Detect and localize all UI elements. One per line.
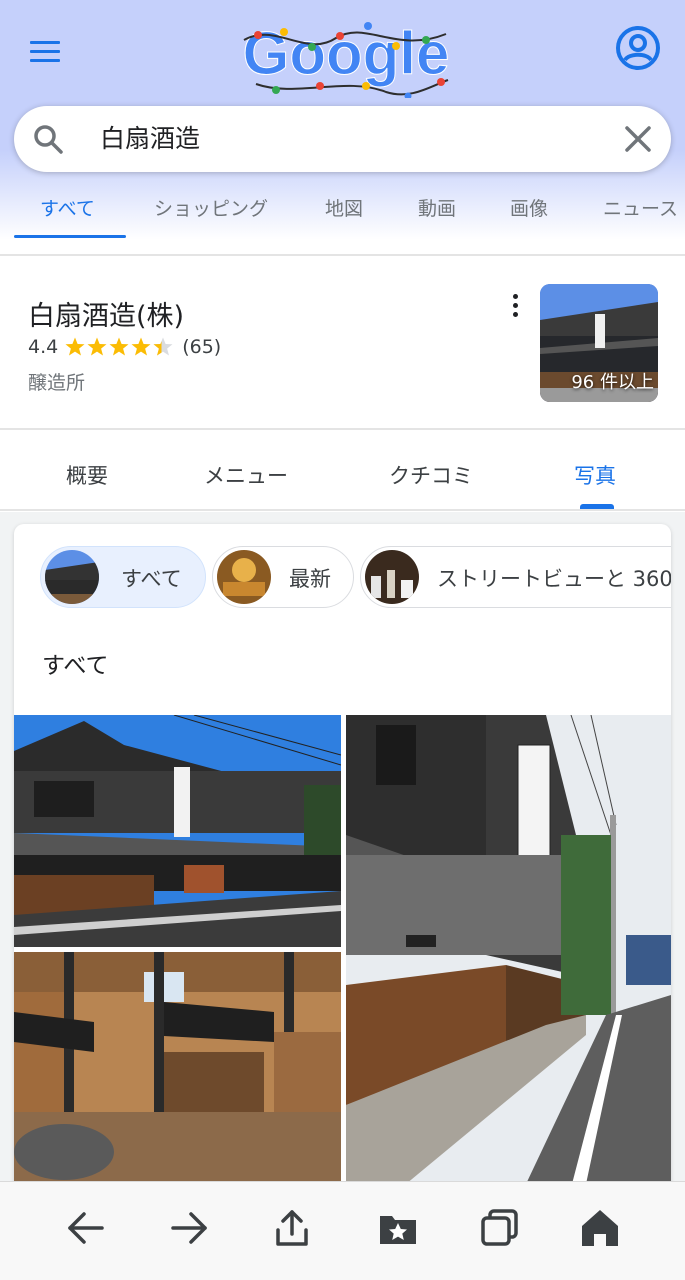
- more-options-icon[interactable]: [504, 290, 526, 322]
- tab-news[interactable]: ニュース: [603, 194, 678, 221]
- place-tabs: 概要 メニュー クチコミ 写真: [0, 432, 685, 510]
- tab-videos[interactable]: 動画: [418, 194, 456, 221]
- close-icon[interactable]: [622, 123, 654, 155]
- share-icon[interactable]: [270, 1206, 314, 1250]
- tab-reviews[interactable]: クチコミ: [389, 460, 473, 490]
- search-input[interactable]: 白扇酒造: [100, 122, 200, 156]
- tab-overview[interactable]: 概要: [66, 460, 108, 490]
- search-tabs: すべて ショッピング 地図 動画 画像 ニュース: [0, 184, 685, 240]
- google-logo[interactable]: Google: [236, 14, 456, 98]
- tab-photos[interactable]: 写真: [574, 460, 616, 490]
- section-heading: すべて: [42, 653, 109, 679]
- tab-all[interactable]: すべて: [40, 194, 95, 221]
- photo-count-label: 96 件以上: [571, 372, 654, 393]
- chip-thumbnail: [45, 550, 99, 604]
- place-photo-thumbnail[interactable]: 96 件以上: [540, 284, 658, 402]
- divider: [0, 254, 685, 256]
- hamburger-menu-icon[interactable]: [30, 34, 70, 68]
- forward-arrow-icon[interactable]: [167, 1206, 211, 1250]
- tab-menu[interactable]: メニュー: [204, 460, 288, 490]
- divider: [0, 509, 685, 511]
- place-category: 醸造所: [28, 372, 86, 394]
- place-rating: 4.4 (65): [28, 336, 221, 358]
- chip-label: 最新: [289, 567, 331, 591]
- place-title: 白扇酒造(株): [28, 301, 185, 332]
- chip-thumbnail: [365, 550, 419, 604]
- svg-text:Google: Google: [243, 20, 450, 87]
- tab-images[interactable]: 画像: [510, 194, 548, 221]
- photo-street[interactable]: [346, 715, 671, 1184]
- chip-thumbnail: [217, 550, 271, 604]
- photo-filter-chips: すべて 最新 ストリートビューと 360°: [40, 546, 671, 610]
- tabs-icon[interactable]: [478, 1206, 522, 1250]
- review-count[interactable]: (65): [182, 336, 221, 358]
- photo-interior[interactable]: [14, 952, 341, 1184]
- account-circle-icon[interactable]: [614, 24, 662, 72]
- chip-all[interactable]: すべて: [40, 546, 206, 608]
- bookmarks-icon[interactable]: [376, 1206, 420, 1250]
- active-tab-indicator: [14, 235, 126, 238]
- browser-toolbar: [0, 1181, 685, 1280]
- tab-shopping[interactable]: ショッピング: [154, 194, 268, 221]
- back-arrow-icon[interactable]: [64, 1206, 108, 1250]
- rating-value: 4.4: [28, 336, 59, 358]
- chip-label: すべて: [121, 567, 182, 591]
- divider: [0, 428, 685, 430]
- tab-maps[interactable]: 地図: [325, 194, 363, 221]
- photos-card: すべて 最新 ストリートビューと 360° すべて: [14, 524, 671, 1280]
- chip-street-view[interactable]: ストリートビューと 360°: [360, 546, 671, 608]
- star-rating-icon: [65, 337, 173, 356]
- chip-latest[interactable]: 最新: [212, 546, 354, 608]
- search-icon[interactable]: [32, 123, 64, 155]
- photo-storefront[interactable]: [14, 715, 341, 947]
- chip-label: ストリートビューと 360°: [437, 567, 671, 591]
- search-box[interactable]: 白扇酒造: [14, 106, 671, 172]
- home-icon[interactable]: [578, 1206, 622, 1250]
